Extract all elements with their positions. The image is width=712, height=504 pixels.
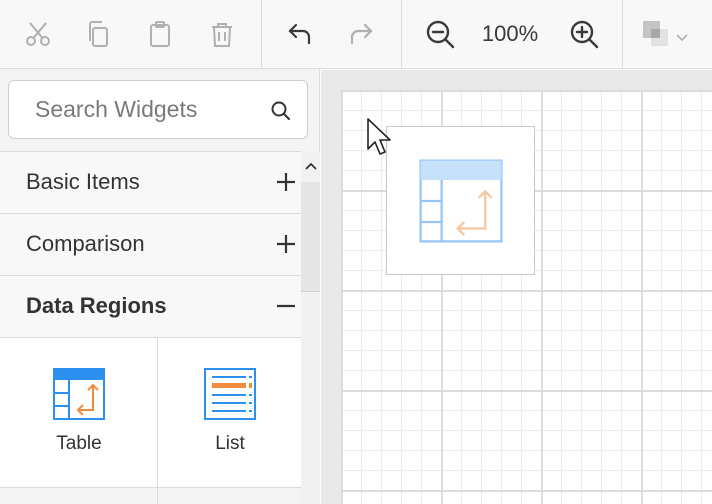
sidebar-scrollbar[interactable] [301, 152, 320, 504]
section-label: Basic Items [26, 169, 140, 194]
scroll-up-button[interactable] [301, 152, 320, 182]
drag-preview-table [386, 126, 535, 275]
widget-item-table[interactable]: Table [0, 338, 158, 488]
section-basic-items[interactable]: Basic Items [0, 151, 301, 213]
grid-divider [157, 337, 158, 487]
toolbar-separator [261, 0, 262, 69]
delete-button[interactable] [202, 14, 242, 54]
plus-icon[interactable] [275, 233, 297, 255]
toolbar: 100% [0, 0, 712, 69]
undo-button[interactable] [280, 14, 320, 54]
zoom-out-button[interactable] [420, 14, 460, 54]
clipboard-icon [150, 21, 170, 47]
zoom-level: 100% [481, 21, 539, 46]
search-input[interactable] [9, 81, 259, 138]
widget-item-list[interactable]: List [159, 338, 301, 488]
scroll-thumb[interactable] [301, 182, 320, 292]
table-icon [419, 159, 503, 243]
section-data-regions[interactable]: Data Regions [0, 275, 301, 337]
widget-items-grid: Table List [0, 337, 301, 487]
redo-button[interactable] [341, 14, 381, 54]
paste-button[interactable] [140, 14, 180, 54]
trash-icon [212, 23, 232, 47]
widget-sidebar: Basic Items Comparison Data Regions [0, 69, 320, 504]
toolbar-separator [622, 0, 623, 69]
section-label: Data Regions [26, 293, 167, 318]
minus-icon[interactable] [275, 295, 297, 317]
widget-item-label: List [215, 433, 245, 454]
chevron-up-icon [304, 162, 317, 170]
scissors-icon [26, 22, 50, 46]
widget-items-next-row [0, 487, 301, 504]
toolbar-separator [401, 0, 402, 69]
copy-icon [89, 21, 108, 47]
search-box [8, 80, 308, 139]
chevron-down-icon [676, 34, 688, 42]
zoom-in-icon [570, 20, 599, 49]
zoom-out-icon [426, 20, 455, 49]
grid-divider [157, 487, 158, 504]
layer-order-icon [643, 21, 668, 46]
section-comparison[interactable]: Comparison [0, 213, 301, 275]
zoom-in-button[interactable] [564, 14, 604, 54]
table-icon [53, 368, 105, 420]
list-icon [204, 368, 256, 420]
section-label: Comparison [26, 231, 145, 256]
plus-icon[interactable] [275, 171, 297, 193]
copy-button[interactable] [78, 14, 118, 54]
undo-icon [288, 23, 311, 45]
mouse-cursor-icon [367, 118, 391, 155]
search-button[interactable] [269, 99, 293, 123]
order-dropdown-button[interactable] [640, 14, 704, 54]
cut-button[interactable] [18, 14, 58, 54]
search-icon [271, 101, 290, 120]
widget-item-label: Table [56, 433, 102, 454]
redo-icon [350, 23, 373, 45]
